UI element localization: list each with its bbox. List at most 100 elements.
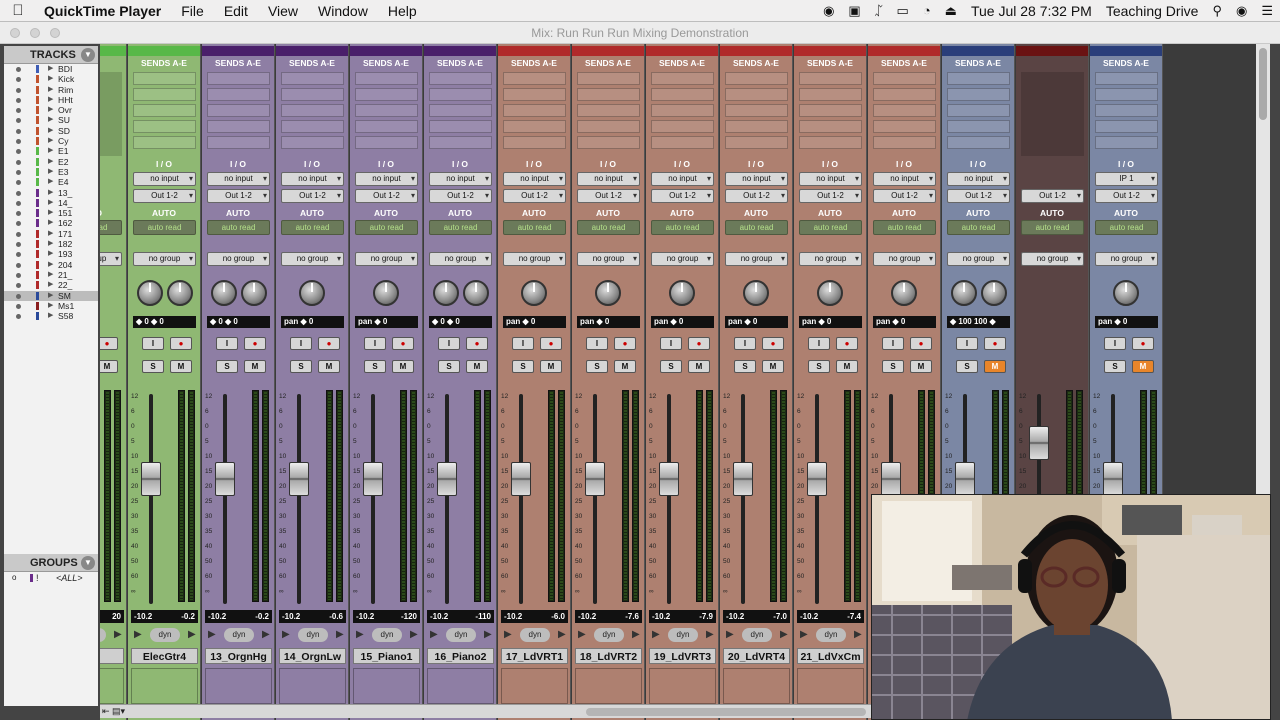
output-selector[interactable]: Out 1-2: [947, 189, 1010, 203]
tracks-menu-icon[interactable]: ▼: [81, 48, 95, 62]
menu-file[interactable]: File: [171, 3, 214, 19]
output-selector[interactable]: Out 1-2: [133, 189, 196, 203]
track-name-plate[interactable]: 21_LdVxCm: [797, 648, 864, 664]
send-slot[interactable]: [133, 88, 196, 101]
send-slot[interactable]: [651, 120, 714, 133]
menu-edit[interactable]: Edit: [214, 3, 258, 19]
track-name-plate[interactable]: 17_LdVRT1: [501, 648, 568, 664]
pan-knob[interactable]: [817, 280, 843, 306]
track-visible-dot-icon[interactable]: [16, 149, 21, 155]
send-slot[interactable]: [947, 120, 1010, 133]
solo-button[interactable]: S: [882, 360, 904, 373]
input-selector[interactable]: no input: [133, 172, 196, 186]
menu-help[interactable]: Help: [378, 3, 427, 19]
track-list-item[interactable]: ▶ 14_: [4, 198, 98, 208]
send-slot[interactable]: [503, 104, 566, 117]
mute-button[interactable]: M: [170, 360, 192, 373]
dyn-label[interactable]: dyn: [372, 628, 402, 642]
mute-button[interactable]: M: [1132, 360, 1154, 373]
wifi-icon[interactable]: ◔: [916, 3, 938, 18]
group-selector[interactable]: no group: [100, 252, 122, 266]
siri-icon[interactable]: ◉: [1229, 3, 1254, 19]
send-slot[interactable]: [207, 120, 270, 133]
track-list-item[interactable]: ▶ Ms1: [4, 301, 98, 311]
record-enable-button[interactable]: ●: [836, 337, 858, 350]
record-enable-button[interactable]: ●: [244, 337, 266, 350]
input-monitor-button[interactable]: I: [364, 337, 386, 350]
comment-area[interactable]: [205, 668, 272, 704]
notification-center-icon[interactable]: ☰: [1254, 3, 1280, 19]
track-visible-dot-icon[interactable]: [16, 242, 21, 248]
track-expand-icon[interactable]: ▶: [48, 270, 53, 280]
send-slot[interactable]: [355, 136, 418, 149]
track-visible-dot-icon[interactable]: [16, 159, 21, 165]
input-selector[interactable]: IP 1: [1095, 172, 1158, 186]
pan-knob-left[interactable]: [951, 280, 977, 306]
next-insert-icon[interactable]: ▶: [706, 629, 714, 640]
send-slot[interactable]: [429, 136, 492, 149]
send-slot[interactable]: [207, 136, 270, 149]
screen-icon[interactable]: ▣: [841, 3, 867, 19]
send-slot[interactable]: [429, 120, 492, 133]
track-visible-dot-icon[interactable]: [16, 200, 21, 206]
send-slot[interactable]: [799, 88, 862, 101]
track-list-item[interactable]: ▶ 13_: [4, 188, 98, 198]
group-selector[interactable]: no group: [1095, 252, 1158, 266]
apple-menu-icon[interactable]: : [0, 2, 36, 19]
track-expand-icon[interactable]: ▶: [48, 229, 53, 239]
send-slot[interactable]: [725, 72, 788, 85]
track-expand-icon[interactable]: ▶: [48, 188, 53, 198]
track-visible-dot-icon[interactable]: [16, 108, 21, 114]
output-selector[interactable]: Out 1-2: [725, 189, 788, 203]
volume-fader[interactable]: [807, 462, 827, 496]
input-monitor-button[interactable]: I: [882, 337, 904, 350]
next-insert-icon[interactable]: ▶: [114, 629, 122, 640]
prev-insert-icon[interactable]: ▶: [356, 629, 364, 640]
record-enable-button[interactable]: ●: [688, 337, 710, 350]
pan-knob[interactable]: [521, 280, 547, 306]
automation-mode-selector[interactable]: auto read: [100, 220, 122, 235]
track-expand-icon[interactable]: ▶: [48, 115, 53, 125]
group-selector[interactable]: no group: [429, 252, 492, 266]
track-expand-icon[interactable]: ▶: [48, 301, 53, 311]
volume-fader[interactable]: [659, 462, 679, 496]
output-selector[interactable]: Out 1-2: [577, 189, 640, 203]
track-list-item[interactable]: ▶ 21_: [4, 270, 98, 280]
track-visible-dot-icon[interactable]: [16, 252, 21, 258]
track-name-plate[interactable]: 19_LdVRT3: [649, 648, 716, 664]
solo-button[interactable]: S: [512, 360, 534, 373]
send-slot[interactable]: [577, 136, 640, 149]
dyn-label[interactable]: dyn: [150, 628, 180, 642]
track-list-item[interactable]: ▶ SM: [4, 290, 98, 301]
track-name-plate[interactable]: 13_OrgnHg: [205, 648, 272, 664]
send-slot[interactable]: [1095, 88, 1158, 101]
send-slot[interactable]: [873, 136, 936, 149]
comment-area[interactable]: [797, 668, 864, 704]
comment-area[interactable]: [131, 668, 198, 704]
send-slot[interactable]: [947, 136, 1010, 149]
solo-button[interactable]: S: [808, 360, 830, 373]
solo-button[interactable]: S: [364, 360, 386, 373]
pan-knob[interactable]: [891, 280, 917, 306]
group-selector[interactable]: no group: [947, 252, 1010, 266]
output-selector[interactable]: Out 1-2: [873, 189, 936, 203]
volume-fader[interactable]: [1103, 462, 1123, 496]
close-window-icon[interactable]: [10, 28, 20, 38]
group-selector[interactable]: no group: [355, 252, 418, 266]
pan-knob-right[interactable]: [981, 280, 1007, 306]
track-visible-dot-icon[interactable]: [16, 77, 21, 83]
record-enable-button[interactable]: ●: [910, 337, 932, 350]
send-slot[interactable]: [577, 88, 640, 101]
pan-knob[interactable]: [669, 280, 695, 306]
clock[interactable]: Tue Jul 28 7:32 PM: [964, 3, 1099, 19]
track-visible-dot-icon[interactable]: [16, 262, 21, 268]
pan-knob-left[interactable]: [137, 280, 163, 306]
track-visible-dot-icon[interactable]: [16, 190, 21, 196]
track-name-plate[interactable]: 18_LdVRT2: [575, 648, 642, 664]
output-selector[interactable]: Out 1-2: [1095, 189, 1158, 203]
record-enable-button[interactable]: ●: [1132, 337, 1154, 350]
send-slot[interactable]: [725, 120, 788, 133]
group-selector[interactable]: no group: [725, 252, 788, 266]
track-list-item[interactable]: ▶ 22_: [4, 280, 98, 290]
track-visible-dot-icon[interactable]: [16, 221, 21, 227]
